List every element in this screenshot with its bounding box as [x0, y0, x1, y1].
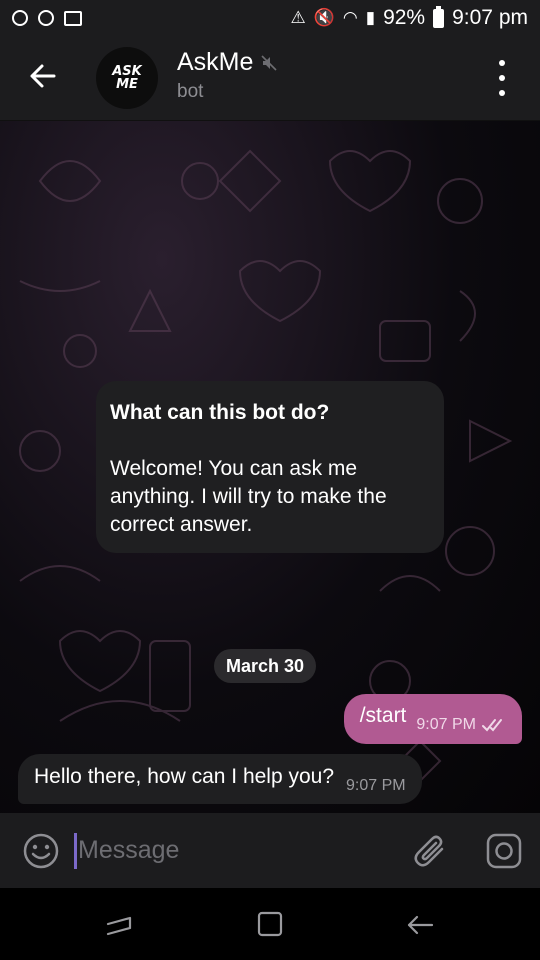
chat-title-block[interactable]: AskMe bot — [177, 48, 277, 103]
gallery-icon — [64, 10, 82, 26]
bot-intro-card: What can this bot do? Welcome! You can a… — [96, 381, 444, 553]
arrow-left-icon — [30, 64, 56, 88]
message-composer — [0, 813, 540, 888]
date-separator: March 30 — [214, 649, 317, 683]
home-square-icon — [257, 911, 283, 937]
home-button[interactable] — [256, 910, 284, 938]
system-navigation-bar — [0, 888, 540, 960]
camera-icon — [486, 833, 522, 869]
bot-intro-title: What can this bot do? — [110, 401, 330, 424]
back-arrow-icon — [407, 915, 434, 935]
chat-subtitle: bot — [177, 81, 204, 102]
avatar[interactable]: ASK ME — [96, 47, 158, 109]
message-text: Hello there, how can I help you? — [34, 765, 335, 788]
message-time: 9:07 PM — [416, 716, 476, 733]
more-vertical-icon — [499, 60, 505, 66]
outgoing-message[interactable]: /start 9:07 PM — [343, 694, 522, 744]
battery-icon — [433, 5, 445, 28]
mute-icon: 🔇 — [313, 8, 335, 27]
message-input[interactable] — [78, 829, 398, 871]
message-meta: 9:07 PM — [416, 716, 508, 734]
incoming-message[interactable]: Hello there, how can I help you? 9:07 PM — [18, 754, 422, 804]
camera-button[interactable] — [486, 833, 522, 869]
signal-icon: ▮ — [365, 8, 376, 27]
notification-icons — [12, 10, 82, 26]
wifi-icon: ◠ — [342, 8, 358, 27]
back-nav-button[interactable] — [404, 910, 436, 940]
chat-header: ASK ME AskMe bot — [0, 36, 540, 121]
bot-intro-body: Welcome! You can ask me anything. I will… — [110, 457, 387, 536]
chat-notification-icon — [12, 10, 28, 26]
battery-percent: 92% — [383, 6, 426, 29]
smiley-icon — [23, 833, 59, 869]
chat-notification-icon — [38, 10, 54, 26]
attach-button[interactable] — [414, 832, 450, 870]
clock: 9:07 pm — [452, 6, 528, 29]
chat-title: AskMe — [177, 48, 254, 76]
avatar-text-line-2: ME — [116, 77, 138, 92]
double-check-icon — [482, 719, 502, 732]
alert-icon: ⚠ — [290, 8, 306, 27]
text-cursor — [74, 833, 77, 869]
paperclip-icon — [414, 835, 444, 867]
recent-apps-button[interactable] — [104, 910, 134, 940]
emoji-button[interactable] — [22, 832, 60, 870]
recent-apps-icon — [106, 916, 132, 936]
message-time: 9:07 PM — [346, 777, 406, 794]
more-vertical-icon-dot — [499, 90, 505, 96]
back-button[interactable] — [22, 56, 62, 96]
message-text: /start — [359, 704, 407, 727]
status-bar: ⚠ 🔇 ◠ ▮ 92% 9:07 pm — [0, 0, 540, 36]
system-status: ⚠ 🔇 ◠ ▮ 92% 9:07 pm — [290, 5, 528, 30]
chat-area[interactable]: What can this bot do? Welcome! You can a… — [0, 121, 540, 813]
more-vertical-icon-dot — [499, 75, 505, 81]
muted-speaker-icon — [261, 54, 277, 71]
more-options-button[interactable] — [486, 60, 518, 96]
